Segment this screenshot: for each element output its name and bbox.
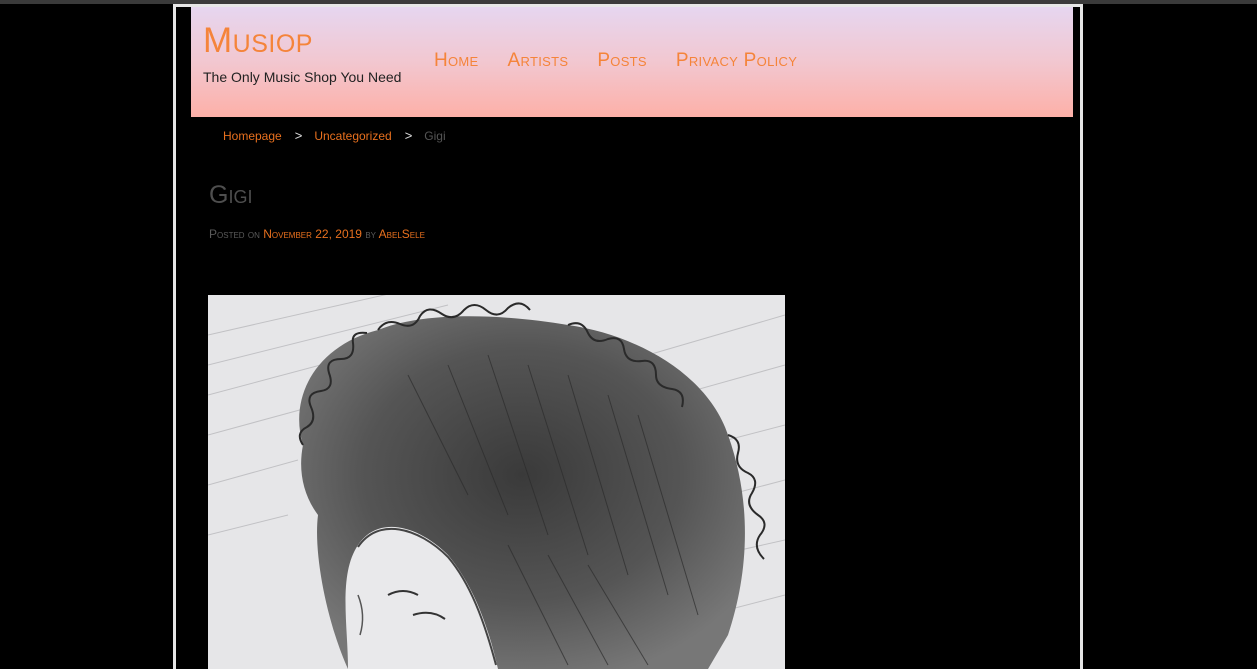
page-content: Musiop The Only Music Shop You Need Home… (179, 7, 1078, 669)
post-title: Gigi (209, 181, 253, 209)
page-frame: Musiop The Only Music Shop You Need Home… (173, 4, 1083, 669)
nav-item-privacy-policy[interactable]: Privacy Policy (676, 50, 797, 72)
breadcrumb: Homepage > Uncategorized > Gigi (223, 128, 446, 143)
nav-item-posts[interactable]: Posts (597, 50, 647, 72)
main-nav: Home Artists Posts Privacy Policy (434, 50, 797, 72)
nav-item-home[interactable]: Home (434, 50, 479, 72)
by-label: by (365, 227, 376, 241)
site-tagline: The Only Music Shop You Need (203, 69, 402, 85)
site-title[interactable]: Musiop (203, 21, 313, 61)
post-date-link[interactable]: November 22, 2019 (263, 227, 362, 241)
post-featured-image (208, 295, 785, 669)
site-header: Musiop The Only Music Shop You Need Home… (191, 7, 1073, 117)
breadcrumb-home-link[interactable]: Homepage (223, 129, 282, 143)
post-author-link[interactable]: AbelSele (379, 227, 425, 241)
breadcrumb-current: Gigi (424, 129, 446, 143)
posted-on-label: Posted on (209, 227, 260, 241)
breadcrumb-separator: > (294, 128, 303, 143)
pencil-portrait-sketch (208, 295, 785, 669)
breadcrumb-category-link[interactable]: Uncategorized (314, 129, 391, 143)
nav-item-artists[interactable]: Artists (508, 50, 569, 72)
post-meta: Posted on November 22, 2019 by AbelSele (209, 227, 425, 241)
breadcrumb-separator: > (404, 128, 413, 143)
